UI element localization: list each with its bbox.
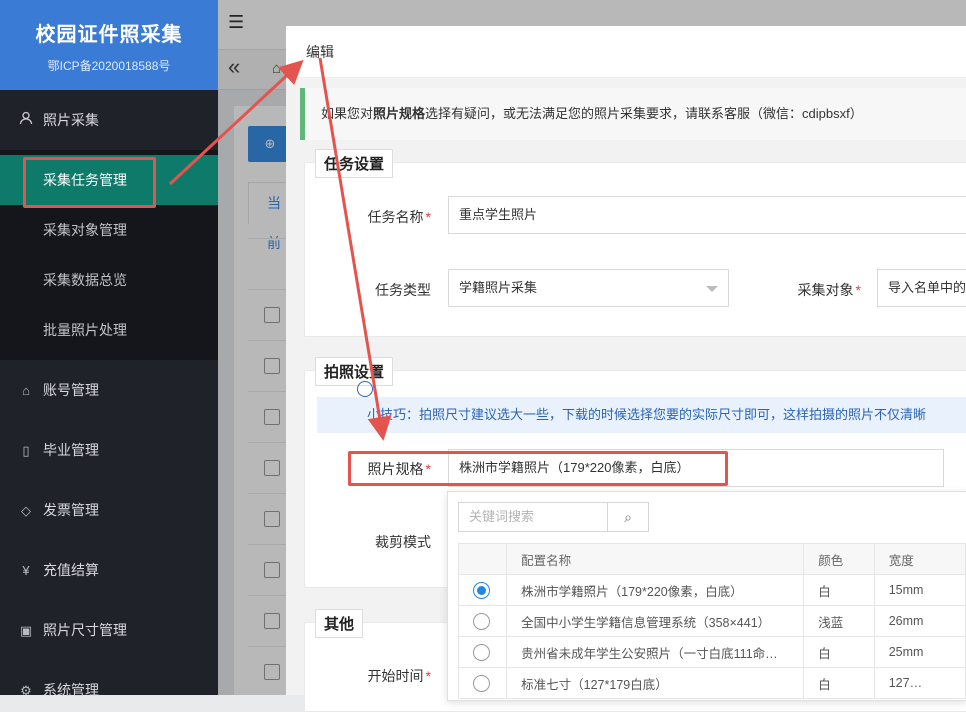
table-row[interactable]: 全国中小学生学籍信息管理系统（358×441） 浅蓝 26mm	[457, 605, 966, 637]
sidebar-item-invoices[interactable]: ◇ 发票管理	[0, 490, 218, 530]
search-button[interactable]: ⌕	[607, 502, 649, 532]
task-settings-section: 任务设置 任务名称 * 重点学生照片 任务类型 学籍照片采集 采集对象 * 导入名单…	[304, 149, 966, 337]
sidebar-item-billing[interactable]: ¥ 充值结算	[0, 550, 218, 590]
section-title: 任务设置	[315, 149, 394, 178]
column-header: 宽度	[873, 543, 966, 575]
table-header: 配置名称 颜色 宽度	[457, 543, 966, 575]
tag-icon: ◇	[21, 503, 31, 518]
icp-number: 鄂ICP备2020018588号	[47, 59, 171, 73]
radio-unselected[interactable]	[473, 643, 490, 661]
sidebar-item-accounts[interactable]: ⌂ 账号管理	[0, 370, 218, 410]
notice-highlight: 照片规格	[373, 106, 426, 121]
row-radio-cell[interactable]	[457, 636, 508, 668]
spec-color: 白	[803, 574, 875, 606]
section-title: 其他	[315, 609, 364, 638]
table-row[interactable]: 贵州省未成年学生公安照片（一寸白底111命… 白 25mm	[457, 636, 966, 668]
spec-name: 全国中小学生学籍信息管理系统（358×441）	[506, 605, 805, 637]
spec-color: 白	[803, 667, 875, 699]
keyword-search-input[interactable]: 关键词搜索	[458, 502, 608, 532]
notice-banner: 如果您对照片规格选择有疑问，或无法满足您的照片采集要求，请联系客服（微信：cdi…	[300, 88, 966, 140]
spec-name: 标准七寸（127*179白底）	[506, 667, 805, 699]
column-header: 颜色	[803, 543, 875, 575]
sidebar-item-photo-collection[interactable]: 照片采集	[0, 100, 218, 140]
crop-mode-label: 裁剪模式	[375, 534, 431, 550]
image-icon: ▣	[19, 623, 33, 638]
brand-title: 校园证件照采集	[35, 24, 183, 46]
document-icon: ▯	[22, 443, 30, 458]
sidebar-item-label: 照片尺寸管理	[43, 622, 127, 638]
start-time-label: 开始时间 *	[367, 668, 431, 684]
task-name-label: 任务名称 *	[367, 209, 431, 225]
section-title: 拍照设置	[315, 357, 394, 386]
spec-width: 127…	[873, 667, 966, 699]
spec-width: 26mm	[873, 605, 966, 637]
sidebar: 校园证件照采集 鄂ICP备2020018588号 照片采集 采集任务管理 采集对…	[0, 0, 218, 698]
gear-icon: ⚙	[20, 683, 32, 698]
sidebar-item-label: 发票管理	[43, 502, 99, 518]
edit-modal: 编辑 如果您对照片规格选择有疑问，或无法满足您的照片采集要求，请联系客服（微信：…	[286, 26, 966, 712]
yen-icon: ¥	[22, 563, 30, 578]
target-select[interactable]: 导入名单中的	[877, 269, 966, 307]
chevron-down-icon	[706, 286, 718, 292]
column-header: 配置名称	[506, 543, 805, 575]
sidebar-item-system[interactable]: ⚙ 系统管理	[0, 670, 218, 710]
highlight-task-management	[23, 157, 156, 208]
sidebar-item-data-overview[interactable]: 采集数据总览	[0, 255, 218, 305]
row-radio-cell[interactable]	[457, 667, 508, 699]
radio-selected[interactable]	[473, 581, 490, 599]
sidebar-item-label: 账号管理	[43, 382, 99, 398]
spec-width: 25mm	[873, 636, 966, 668]
sidebar-item-label: 充值结算	[43, 562, 99, 578]
sidebar-item-batch-processing[interactable]: 批量照片处理	[0, 305, 218, 355]
task-type-select[interactable]: 学籍照片采集	[448, 269, 729, 307]
info-icon	[357, 381, 373, 397]
radio-unselected[interactable]	[473, 612, 490, 630]
row-radio-cell[interactable]	[457, 574, 508, 606]
column-header	[457, 543, 508, 575]
sidebar-item-photo-sizes[interactable]: ▣ 照片尺寸管理	[0, 610, 218, 650]
tip-text: 小技巧：拍照尺寸建议选大一些，下载的时候选择您要的实际尺寸即可，这样拍摄的照片不…	[367, 407, 927, 422]
tip-banner: 小技巧：拍照尺寸建议选大一些，下载的时候选择您要的实际尺寸即可，这样拍摄的照片不…	[317, 397, 966, 433]
sidebar-item-graduation[interactable]: ▯ 毕业管理	[0, 430, 218, 470]
highlight-photo-spec	[348, 451, 728, 486]
spec-table: 配置名称 颜色 宽度 株洲市学籍照片（179*220像素，白底） 白 15mm …	[457, 543, 966, 699]
target-label: 采集对象 *	[797, 282, 861, 298]
search-icon: ⌕	[624, 509, 632, 525]
spec-width: 15mm	[873, 574, 966, 606]
brand: 校园证件照采集 鄂ICP备2020018588号	[0, 0, 218, 90]
modal-title: 编辑	[286, 26, 966, 78]
spec-color: 白	[803, 636, 875, 668]
home-icon: ⌂	[22, 383, 30, 398]
table-row[interactable]: 标准七寸（127*179白底） 白 127…	[457, 667, 966, 699]
sidebar-item-label: 毕业管理	[43, 442, 99, 458]
photo-spec-dropdown: 关键词搜索 ⌕ 配置名称 颜色 宽度 株洲市学籍照片（179*220像素，白底）…	[447, 491, 966, 701]
sidebar-item-object-management[interactable]: 采集对象管理	[0, 205, 218, 255]
table-row[interactable]: 株洲市学籍照片（179*220像素，白底） 白 15mm	[457, 574, 966, 606]
sidebar-item-label: 照片采集	[43, 112, 99, 128]
task-type-value: 学籍照片采集	[459, 280, 538, 295]
spec-name: 株洲市学籍照片（179*220像素，白底）	[506, 574, 805, 606]
user-icon	[18, 101, 34, 141]
notice-text: 如果您对	[321, 106, 374, 121]
sidebar-item-label: 系统管理	[43, 682, 99, 698]
row-radio-cell[interactable]	[457, 605, 508, 637]
notice-text: 选择有疑问，或无法满足您的照片采集要求，请联系客服（微信：cdipbsxf）	[425, 106, 863, 121]
spec-color: 浅蓝	[803, 605, 875, 637]
radio-unselected[interactable]	[473, 674, 490, 692]
task-type-label: 任务类型	[375, 282, 431, 298]
spec-name: 贵州省未成年学生公安照片（一寸白底111命…	[506, 636, 805, 668]
task-name-input[interactable]: 重点学生照片	[448, 196, 966, 234]
